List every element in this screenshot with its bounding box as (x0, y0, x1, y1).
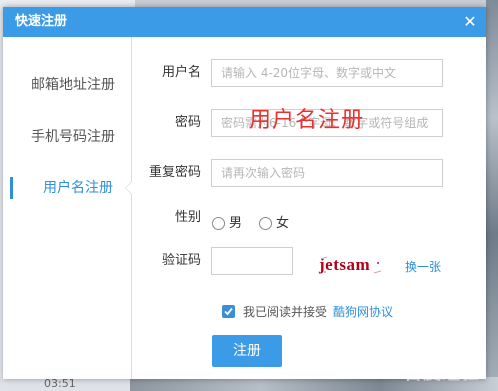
nav-item-label: 手机号码注册 (31, 129, 115, 145)
captcha-label: 验证码 (161, 253, 201, 268)
radio-icon[interactable] (212, 217, 225, 230)
captcha-image[interactable]: jetsam (319, 253, 383, 277)
gender-label: 性别 (174, 210, 201, 225)
register-dialog: 快速注册 ✕ 邮箱地址注册 手机号码注册 用户名注册 用户名 请输入 4-20位… (3, 7, 486, 379)
active-indicator (10, 177, 13, 199)
dialog-title: 快速注册 (15, 14, 68, 29)
agreement-link[interactable]: 酷狗网协议 (333, 303, 393, 320)
agree-checkbox[interactable] (222, 305, 235, 318)
gender-female-option[interactable]: 女 (259, 214, 299, 236)
gender-option-label: 男 (229, 216, 243, 231)
nav-item-label: 邮箱地址注册 (31, 77, 115, 93)
background-image-strip (486, 0, 498, 391)
password-label: 密码 (174, 115, 201, 130)
nav-item-phone[interactable]: 手机号码注册 (3, 123, 131, 151)
dialog-titlebar: 快速注册 ✕ (3, 7, 486, 37)
gender-option-label: 女 (276, 216, 290, 231)
nav-item-label: 用户名注册 (43, 180, 113, 196)
confirm-password-label: 重复密码 (148, 165, 201, 180)
agree-text: 我已阅读并接受 (243, 305, 328, 319)
nav-item-email[interactable]: 邮箱地址注册 (3, 71, 131, 99)
close-icon[interactable]: ✕ (460, 12, 480, 32)
overlay-caption: 用户名注册 (249, 108, 365, 133)
captcha-noise (320, 256, 382, 274)
username-label: 用户名 (161, 65, 201, 80)
radio-icon[interactable] (259, 217, 272, 230)
register-method-nav: 邮箱地址注册 手机号码注册 用户名注册 (3, 37, 132, 379)
captcha-input[interactable] (211, 247, 293, 275)
refresh-captcha-link[interactable]: 换一张 (405, 258, 441, 275)
nav-item-username[interactable]: 用户名注册 (3, 174, 132, 202)
gender-male-option[interactable]: 男 (212, 214, 252, 236)
username-input[interactable]: 请输入 4-20位字母、数字或中文 (211, 59, 443, 87)
active-arrow-fill (126, 182, 132, 194)
confirm-password-input[interactable]: 请再次输入密码 (211, 159, 443, 187)
background-time: 03:51 (44, 377, 76, 390)
register-button[interactable]: 注册 (212, 335, 282, 367)
checkmark-icon (224, 307, 233, 316)
